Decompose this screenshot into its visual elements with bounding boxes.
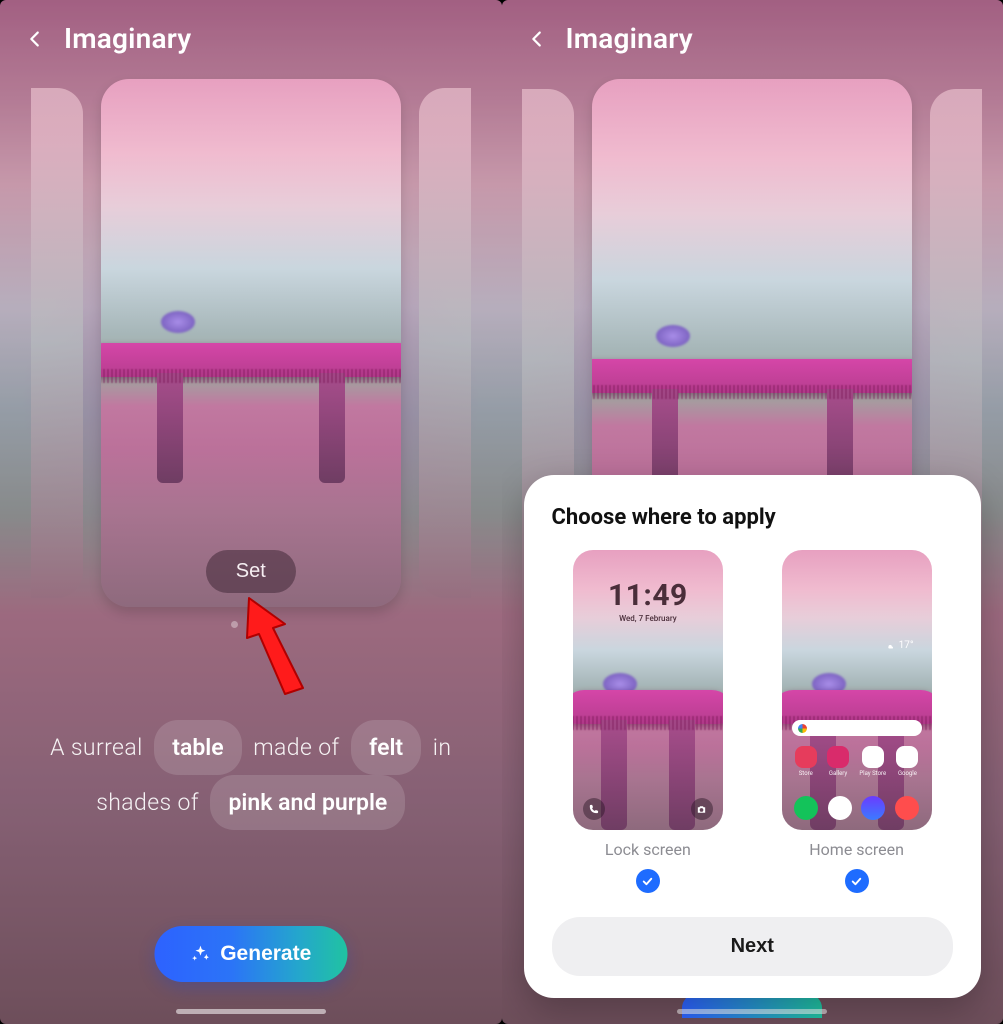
lock-clock: 11:49 Wed, 7 February <box>573 578 723 623</box>
dock <box>782 796 932 820</box>
prompt-text: A surreal table made of felt in shades o… <box>20 720 482 830</box>
carousel-prev-peek[interactable] <box>31 88 83 598</box>
camera-app-icon <box>895 796 919 820</box>
generate-label: Generate <box>220 942 311 966</box>
prompt-chip-subject[interactable]: table <box>154 720 241 775</box>
page-title: Imaginary <box>64 22 191 55</box>
sparkle-icon <box>190 944 210 964</box>
carousel-next-peek[interactable] <box>419 88 471 598</box>
weather-temp: 17° <box>899 640 914 651</box>
page-title: Imaginary <box>566 22 693 55</box>
dialog-title: Choose where to apply <box>552 505 954 530</box>
weather-widget: 17° <box>886 640 914 651</box>
carousel-dots <box>0 621 502 628</box>
option-home-screen[interactable]: 17° Store Gallery Play Store Google <box>782 550 932 893</box>
prompt-chip-colors[interactable]: pink and purple <box>210 775 405 830</box>
wallpaper-carousel[interactable]: Set <box>0 79 502 607</box>
camera-icon <box>691 798 713 820</box>
dot <box>263 621 270 628</box>
prompt-word: A surreal <box>50 734 143 761</box>
app-row: Store Gallery Play Store Google <box>782 746 932 777</box>
browser-app-icon <box>861 796 885 820</box>
home-screen-preview: 17° Store Gallery Play Store Google <box>782 550 932 830</box>
screenshot-left-pane: Imaginary Set A surreal table made of fe… <box>0 0 502 1024</box>
search-bar <box>792 720 922 736</box>
header: Imaginary <box>502 0 1003 77</box>
wallpaper-image <box>101 79 401 607</box>
home-indicator[interactable] <box>176 1009 326 1014</box>
lock-screen-preview: 11:49 Wed, 7 February <box>573 550 723 830</box>
dot <box>231 621 238 628</box>
screenshot-right-pane: Imaginary Choose where to apply 11:49 W <box>502 0 1003 1024</box>
generate-button[interactable]: Generate <box>154 926 347 982</box>
phone-app-icon <box>794 796 818 820</box>
next-button[interactable]: Next <box>552 917 954 976</box>
option-label: Home screen <box>809 840 904 859</box>
google-icon <box>798 724 807 733</box>
prompt-word: made of <box>253 734 339 761</box>
option-label: Lock screen <box>605 840 691 859</box>
header: Imaginary <box>0 0 502 77</box>
phone-icon <box>583 798 605 820</box>
dot-active <box>247 621 254 628</box>
apply-options: 11:49 Wed, 7 February Lock screen <box>552 550 954 893</box>
prompt-word: shades of <box>96 789 199 816</box>
checkbox-checked[interactable] <box>845 869 869 893</box>
apply-dialog: Choose where to apply 11:49 Wed, 7 Febru… <box>524 475 982 998</box>
option-lock-screen[interactable]: 11:49 Wed, 7 February Lock screen <box>573 550 723 893</box>
set-button[interactable]: Set <box>206 550 296 593</box>
messages-app-icon <box>828 796 852 820</box>
lock-date: Wed, 7 February <box>573 614 723 623</box>
prompt-chip-material[interactable]: felt <box>351 720 421 775</box>
lock-time: 11:49 <box>573 578 723 613</box>
checkbox-checked[interactable] <box>636 869 660 893</box>
wallpaper-preview[interactable]: Set <box>101 79 401 607</box>
prompt-word: in <box>433 734 452 761</box>
back-icon[interactable] <box>526 28 548 50</box>
back-icon[interactable] <box>24 28 46 50</box>
home-indicator[interactable] <box>677 1009 827 1014</box>
